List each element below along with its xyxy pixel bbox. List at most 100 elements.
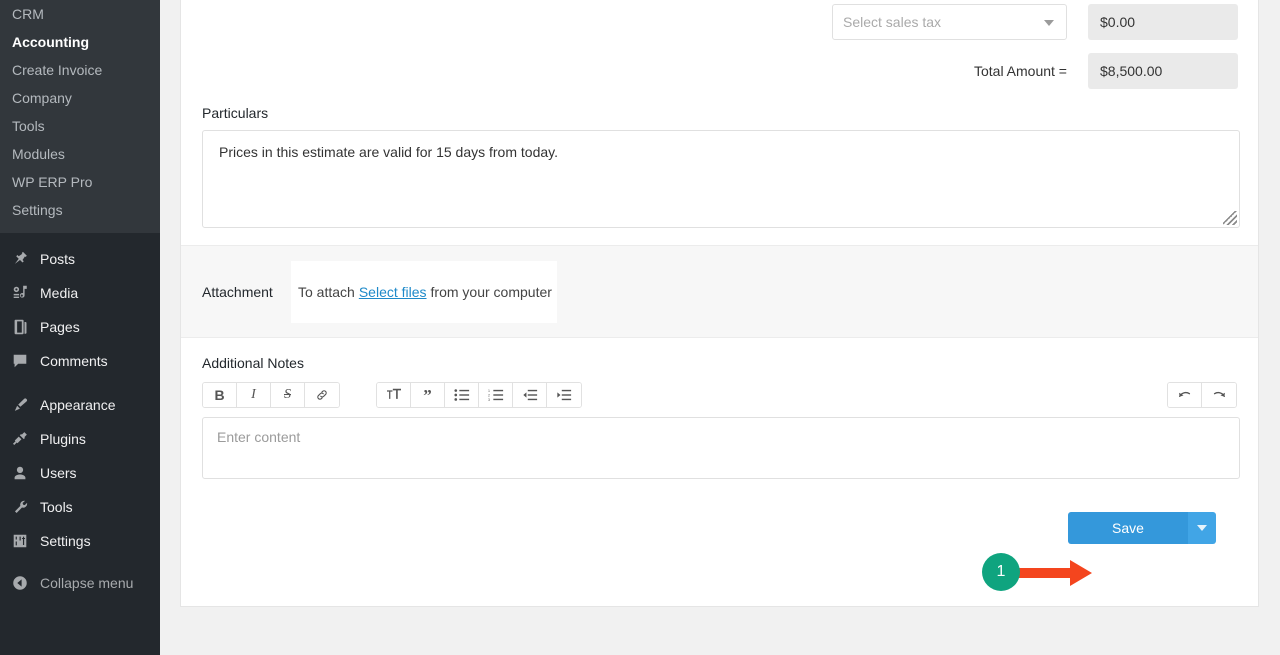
bullet-list-button[interactable] — [445, 383, 479, 407]
main-content: Select sales tax $0.00 Total Amount = $8… — [160, 0, 1280, 655]
svg-text:1: 1 — [488, 389, 490, 393]
strikethrough-button[interactable]: S — [271, 383, 305, 407]
menu-item-label: Media — [40, 285, 79, 301]
undo-button[interactable] — [1168, 383, 1202, 407]
italic-button[interactable]: I — [237, 383, 271, 407]
additional-notes-section: Additional Notes B I S ” 1 2 3 Enter con… — [181, 338, 1258, 548]
menu-item-label: Tools — [40, 499, 73, 515]
total-amount-label: Total Amount = — [973, 63, 1067, 79]
pages-icon — [10, 317, 30, 337]
media-icon — [10, 283, 30, 303]
outdent-icon — [522, 388, 538, 402]
bold-icon: B — [214, 387, 225, 403]
menu-item-plugins[interactable]: Plugins — [0, 422, 160, 456]
submenu-item-create-invoice[interactable]: Create Invoice — [0, 56, 160, 84]
attachment-label: Attachment — [202, 283, 273, 300]
text-size-icon — [386, 388, 402, 402]
submenu-item-wp-erp-pro[interactable]: WP ERP Pro — [0, 168, 160, 196]
menu-item-label: Comments — [40, 353, 108, 369]
particulars-section: Particulars Prices in this estimate are … — [181, 102, 1258, 228]
screen: CRM Accounting Create Invoice Company To… — [0, 0, 1280, 655]
notes-placeholder: Enter content — [217, 429, 301, 445]
menu-item-media[interactable]: Media — [0, 276, 160, 310]
link-button[interactable] — [305, 383, 339, 407]
collapse-icon — [10, 573, 30, 593]
strikethrough-icon: S — [284, 387, 291, 402]
attachment-dropzone[interactable]: To attach Select files from your compute… — [291, 260, 557, 323]
admin-sidebar: CRM Accounting Create Invoice Company To… — [0, 0, 160, 655]
submenu-item-crm[interactable]: CRM — [0, 0, 160, 28]
annotation-step-number: 1 — [996, 563, 1006, 580]
menu-item-label: Settings — [40, 533, 91, 549]
sliders-icon — [10, 531, 30, 551]
toolbar-group-history — [1167, 382, 1237, 408]
menu-item-pages[interactable]: Pages — [0, 310, 160, 344]
particulars-value: Prices in this estimate are valid for 15… — [219, 144, 558, 160]
indent-button[interactable] — [547, 383, 581, 407]
attachment-suffix-text: from your computer — [430, 283, 552, 300]
total-amount-value: $8,500.00 — [1100, 63, 1163, 79]
toolbar-group-blocks: ” 123 — [376, 382, 582, 408]
user-icon — [10, 463, 30, 483]
outdent-button[interactable] — [513, 383, 547, 407]
menu-item-collapse-menu[interactable]: Collapse menu — [0, 566, 160, 600]
total-amount-row: Total Amount = $8,500.00 — [201, 53, 1238, 89]
bullet-list-icon — [453, 388, 470, 402]
chevron-down-icon — [1197, 525, 1207, 531]
tax-amount-field: $0.00 — [1088, 4, 1238, 40]
sales-tax-row: Select sales tax $0.00 — [201, 4, 1238, 40]
pin-icon — [10, 249, 30, 269]
annotation-arrow — [1008, 560, 1092, 586]
submenu-item-company[interactable]: Company — [0, 84, 160, 112]
save-button-label: Save — [1112, 520, 1144, 536]
resize-handle-icon[interactable] — [1223, 211, 1237, 225]
italic-icon: I — [251, 387, 256, 402]
save-button[interactable]: Save — [1068, 512, 1188, 544]
menu-item-settings[interactable]: Settings — [0, 524, 160, 558]
link-icon — [315, 388, 329, 402]
menu-item-label: Plugins — [40, 431, 86, 447]
estimate-form-card: Select sales tax $0.00 Total Amount = $8… — [180, 0, 1259, 607]
sales-tax-placeholder: Select sales tax — [843, 14, 942, 30]
menu-item-comments[interactable]: Comments — [0, 344, 160, 378]
plug-icon — [10, 429, 30, 449]
totals-section: Select sales tax $0.00 Total Amount = $8… — [181, 0, 1258, 89]
attachment-section: Attachment To attach Select files from y… — [181, 245, 1258, 338]
submenu-item-modules[interactable]: Modules — [0, 140, 160, 168]
notes-editor[interactable]: Enter content — [202, 417, 1240, 479]
sales-tax-select[interactable]: Select sales tax — [832, 4, 1067, 40]
numbered-list-button[interactable]: 123 — [479, 383, 513, 407]
wrench-icon — [10, 497, 30, 517]
redo-button[interactable] — [1202, 383, 1236, 407]
accounting-submenu: CRM Accounting Create Invoice Company To… — [0, 0, 160, 233]
menu-item-appearance[interactable]: Appearance — [0, 388, 160, 422]
menu-item-posts[interactable]: Posts — [0, 242, 160, 276]
select-files-link[interactable]: Select files — [359, 284, 427, 300]
chevron-down-icon — [1044, 20, 1054, 26]
bold-button[interactable]: B — [203, 383, 237, 407]
save-dropdown-button[interactable] — [1188, 512, 1216, 544]
submenu-item-tools[interactable]: Tools — [0, 112, 160, 140]
particulars-label: Particulars — [202, 105, 269, 121]
toolbar-group-format: B I S — [202, 382, 340, 408]
redo-icon — [1211, 388, 1227, 402]
menu-item-label: Collapse menu — [40, 575, 134, 591]
menu-item-users[interactable]: Users — [0, 456, 160, 490]
submenu-item-accounting[interactable]: Accounting — [0, 28, 160, 56]
particulars-textarea[interactable]: Prices in this estimate are valid for 15… — [202, 130, 1240, 228]
menu-item-tools[interactable]: Tools — [0, 490, 160, 524]
text-size-button[interactable] — [377, 383, 411, 407]
blockquote-button[interactable]: ” — [411, 383, 445, 407]
additional-notes-label: Additional Notes — [202, 355, 304, 371]
menu-separator — [0, 378, 160, 388]
numbered-list-icon: 123 — [488, 388, 504, 402]
editor-toolbar: B I S ” 1 2 3 — [202, 382, 1237, 408]
menu-item-label: Posts — [40, 251, 76, 267]
main-menu-group-content: Posts Media Pages Comments Appearance Pl… — [0, 233, 160, 600]
menu-item-label: Pages — [40, 319, 80, 335]
save-split-button[interactable]: Save — [1068, 512, 1216, 544]
undo-icon — [1177, 388, 1193, 402]
quote-icon: ” — [423, 385, 432, 405]
submenu-item-settings[interactable]: Settings — [0, 196, 160, 224]
svg-text:3: 3 — [488, 398, 490, 402]
